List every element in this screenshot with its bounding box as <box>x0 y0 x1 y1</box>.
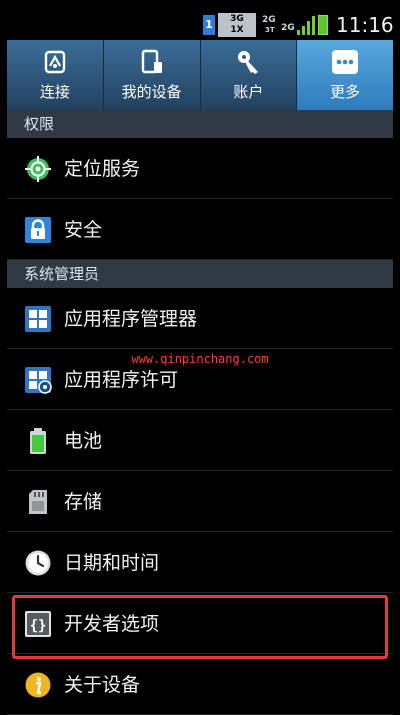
tab-label: 更多 <box>330 83 361 101</box>
setting-label: 定位服务 <box>64 158 141 180</box>
clock-time: 11:16 <box>336 13 394 37</box>
connection-icon <box>44 50 66 74</box>
battery-status-icon <box>318 15 328 35</box>
network-type-badge: 3G 1X <box>218 13 256 37</box>
key-icon <box>238 51 259 74</box>
setting-about-device[interactable]: 关于设备 <box>7 654 393 715</box>
phone-screen: 1 3G 1X 2G 3T 2G 11:16 连接 我的设备 账户 更多 权限 … <box>0 0 400 715</box>
watermark-text: www.qinpinchang.com <box>131 352 269 366</box>
setting-application-manager[interactable]: 应用程序管理器 <box>7 288 393 349</box>
network-type-bottom: 1X <box>230 25 244 35</box>
section-header-system-admin: 系统管理员 <box>7 260 393 288</box>
setting-security[interactable]: 安全 <box>7 199 393 260</box>
section-header-permissions: 权限 <box>7 110 393 138</box>
setting-battery[interactable]: 电池 <box>7 410 393 471</box>
network-2g-bottom: 3T <box>265 26 275 34</box>
sim-badge: 1 <box>203 15 215 35</box>
tab-label: 连接 <box>39 83 70 101</box>
more-dots-icon <box>332 50 359 74</box>
device-icon <box>141 49 162 74</box>
lock-icon <box>25 217 51 243</box>
tab-my-device[interactable]: 我的设备 <box>104 40 201 110</box>
network-type-top: 3G <box>230 14 244 24</box>
setting-label: 安全 <box>64 219 103 241</box>
info-icon <box>25 672 51 698</box>
location-icon <box>25 156 51 182</box>
signal-icon <box>297 15 317 35</box>
setting-storage[interactable]: 存储 <box>7 471 393 532</box>
battery-icon <box>30 428 46 454</box>
sd-card-icon <box>29 490 47 514</box>
setting-location-services[interactable]: 定位服务 <box>7 138 393 199</box>
tab-bar: 连接 我的设备 账户 更多 <box>7 40 393 110</box>
tab-accounts[interactable]: 账户 <box>201 40 298 110</box>
developer-options-highlight <box>12 595 388 659</box>
setting-label: 日期和时间 <box>64 552 160 574</box>
status-bar: 1 3G 1X 2G 3T 2G 11:16 <box>0 0 400 40</box>
tab-label: 我的设备 <box>121 83 182 101</box>
setting-label: 应用程序许可 <box>64 369 179 391</box>
network-2g-label: 2G <box>281 23 295 33</box>
network-2g-top: 2G <box>262 15 276 25</box>
tab-connections[interactable]: 连接 <box>7 40 104 110</box>
setting-label: 电池 <box>64 430 103 452</box>
tab-more[interactable]: 更多 <box>297 40 393 110</box>
app-grid-icon <box>25 306 51 332</box>
setting-label: 存储 <box>64 491 103 513</box>
tab-label: 账户 <box>233 83 264 101</box>
setting-date-time[interactable]: 日期和时间 <box>7 532 393 593</box>
app-permission-icon <box>25 367 52 394</box>
setting-label: 关于设备 <box>64 674 141 696</box>
clock-icon <box>25 550 51 576</box>
setting-label: 应用程序管理器 <box>64 308 198 330</box>
